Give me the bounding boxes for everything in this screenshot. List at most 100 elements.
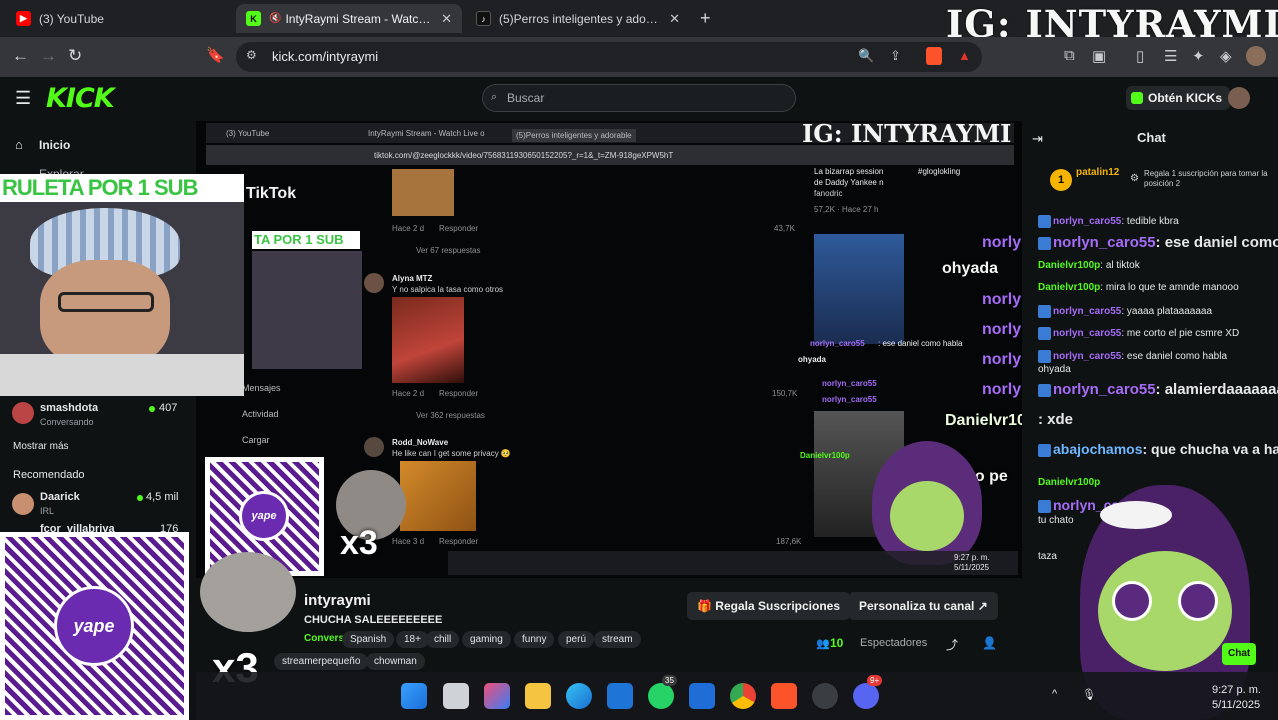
brave-shield-icon[interactable] bbox=[926, 47, 942, 65]
get-kicks-button[interactable]: Obtén KICKs bbox=[1126, 86, 1231, 110]
reload-icon[interactable]: ↻ bbox=[68, 46, 82, 66]
tag[interactable]: gaming bbox=[462, 631, 511, 648]
inner-chat-user: norlyn_caro55 bbox=[822, 379, 877, 388]
windows-start-icon[interactable] bbox=[401, 683, 427, 709]
avatar bbox=[364, 437, 384, 457]
webcam-overlay: RULETA POR 1 SUB bbox=[0, 174, 244, 396]
chat-username[interactable]: Danielvr100p bbox=[1038, 260, 1100, 271]
tag[interactable]: funny bbox=[514, 631, 555, 648]
tag[interactable]: chill bbox=[426, 631, 460, 648]
extensions-icon[interactable]: ⧉ bbox=[1064, 47, 1075, 64]
followed-channel-name[interactable]: smashdota bbox=[40, 402, 98, 414]
sidebar-icon[interactable]: ▯ bbox=[1136, 47, 1144, 65]
channel-name[interactable]: intyraymi bbox=[304, 592, 371, 609]
inner-clock-time: 9:27 p. m. bbox=[954, 553, 990, 562]
collapse-chat-icon[interactable]: ⇥ bbox=[1032, 131, 1043, 147]
recommended-channel-name[interactable]: Daarick bbox=[40, 491, 80, 503]
inner-webcam bbox=[252, 251, 362, 369]
chat-username[interactable]: Danielvr100p bbox=[1038, 282, 1100, 293]
copilot-icon[interactable] bbox=[484, 683, 510, 709]
new-tab-button[interactable]: + bbox=[700, 8, 711, 29]
inner-address-bar: tiktok.com/@zeeglockkk/video/75683119306… bbox=[206, 145, 1014, 165]
badge-icon bbox=[1038, 327, 1051, 340]
taskbar-clock-time[interactable]: 9:27 p. m. bbox=[1212, 684, 1261, 696]
reading-list-icon[interactable]: ☰ bbox=[1164, 47, 1177, 65]
share-icon[interactable]: ⇪ bbox=[890, 48, 901, 64]
top-gifter-name[interactable]: patalin12 bbox=[1076, 167, 1119, 178]
tag[interactable]: streamerpequeño bbox=[274, 653, 369, 670]
chat-username[interactable]: norlyn_caro55 bbox=[1053, 328, 1121, 339]
brave-icon[interactable] bbox=[771, 683, 797, 709]
gift-subs-button[interactable]: 🎁 Regala Suscripciones bbox=[687, 592, 851, 620]
discord-icon[interactable]: 9+ bbox=[853, 675, 883, 709]
inner-ig-overlay: IG: INTYRAYMI bbox=[802, 121, 1012, 148]
show-more-link[interactable]: Mostrar más bbox=[13, 441, 69, 452]
leo-icon[interactable]: ✦ bbox=[1192, 47, 1205, 65]
wallet-icon[interactable]: ▣ bbox=[1092, 47, 1106, 65]
profile-avatar-icon[interactable] bbox=[1246, 46, 1266, 66]
microphone-icon[interactable]: 🎙 bbox=[1082, 688, 1096, 701]
tray-chevron-icon[interactable]: ^ bbox=[1052, 688, 1057, 700]
avatar[interactable] bbox=[12, 402, 34, 424]
bookmark-icon[interactable]: 🔖 bbox=[206, 46, 225, 64]
rank-badge: 1 bbox=[1050, 169, 1072, 191]
rewards-icon[interactable]: ▲ bbox=[958, 48, 971, 63]
tag[interactable]: Spanish bbox=[342, 631, 395, 648]
frog-eye bbox=[1112, 581, 1152, 621]
ghost-chat-user: norlyn_caro55 bbox=[982, 291, 1022, 308]
menu-icon[interactable]: ☰ bbox=[15, 88, 31, 109]
forward-icon[interactable]: → bbox=[40, 46, 57, 66]
customize-channel-button[interactable]: Personaliza tu canal ↗ bbox=[849, 592, 998, 620]
tab-kick[interactable]: K 🔇 IntyRaymi Stream - Watch Live on Kic… bbox=[236, 4, 462, 33]
obs-icon[interactable] bbox=[812, 683, 838, 709]
taskbar-clock-date[interactable]: 5/11/2025 bbox=[1212, 699, 1260, 711]
avatar[interactable] bbox=[12, 493, 34, 515]
omnibox[interactable]: ⚙ kick.com/intyraymi 🔍 ⇪ ▲ bbox=[236, 42, 982, 72]
tag[interactable]: perú bbox=[558, 631, 595, 648]
user-avatar[interactable] bbox=[1228, 87, 1250, 109]
tab-youtube[interactable]: ▶ (3) YouTube bbox=[6, 4, 232, 33]
outlook-icon[interactable] bbox=[689, 683, 715, 709]
ghost-chat-text: ohyada bbox=[942, 260, 999, 277]
frog-eye bbox=[1178, 581, 1218, 621]
tag[interactable]: 18+ bbox=[396, 631, 429, 648]
chat-text: : xde bbox=[1038, 411, 1074, 428]
task-view-icon[interactable] bbox=[443, 683, 469, 709]
chat-message: Danielvr100p: al tiktok bbox=[1038, 260, 1140, 271]
chat-username[interactable]: norlyn_caro55 bbox=[1053, 306, 1121, 317]
chat-text: : ese daniel como habla bbox=[1155, 234, 1278, 251]
close-tab-icon[interactable]: ✕ bbox=[661, 11, 680, 27]
whatsapp-icon[interactable]: 35 bbox=[648, 675, 677, 709]
chat-text: : me corto el pie csmre XD bbox=[1121, 328, 1240, 340]
store-icon[interactable] bbox=[607, 683, 633, 709]
vpn-icon[interactable]: ◈ bbox=[1220, 47, 1232, 65]
zoom-icon[interactable]: 🔍 bbox=[858, 48, 874, 64]
file-explorer-icon[interactable] bbox=[525, 683, 551, 709]
share-icon[interactable]: ⤴ bbox=[946, 636, 958, 653]
chat-message: ohyada bbox=[1038, 364, 1071, 375]
comment-author: Alyna MTZ bbox=[392, 274, 433, 283]
chrome-icon[interactable] bbox=[730, 683, 756, 709]
sidebar-item-home[interactable]: Inicio bbox=[39, 138, 70, 152]
kick-logo[interactable]: KICK bbox=[46, 83, 115, 114]
chat-username[interactable]: norlyn_caro55 bbox=[1053, 234, 1156, 251]
chat-username[interactable]: abajochamos bbox=[1053, 441, 1142, 457]
close-tab-icon[interactable]: ✕ bbox=[433, 11, 452, 27]
chat-username[interactable]: norlyn_caro55 bbox=[1053, 216, 1121, 227]
tag[interactable]: chowman bbox=[366, 653, 425, 670]
follow-icon[interactable]: 👤 bbox=[982, 636, 997, 650]
mute-icon[interactable]: 🔇 bbox=[269, 13, 281, 24]
edge-icon[interactable] bbox=[566, 683, 592, 709]
tag[interactable]: stream bbox=[594, 631, 641, 648]
back-icon[interactable]: ← bbox=[12, 46, 29, 66]
chat-username[interactable]: Danielvr100p bbox=[1038, 477, 1100, 488]
get-kicks-label: Obtén KICKs bbox=[1148, 91, 1223, 105]
tab-tiktok[interactable]: ♪ (5)Perros inteligentes y adorables ✕ bbox=[466, 4, 690, 33]
chat-username[interactable]: norlyn_caro55 bbox=[1053, 381, 1156, 398]
search-input[interactable]: ⌕ Buscar bbox=[482, 84, 796, 112]
chat-username[interactable]: norlyn_caro55 bbox=[1053, 351, 1121, 362]
video-tag: #gloglokling bbox=[918, 167, 961, 176]
chat-send-button[interactable]: Chat bbox=[1222, 643, 1257, 665]
comment-time: Hace 2 d bbox=[392, 224, 425, 233]
site-info-icon[interactable]: ⚙ bbox=[246, 48, 257, 62]
